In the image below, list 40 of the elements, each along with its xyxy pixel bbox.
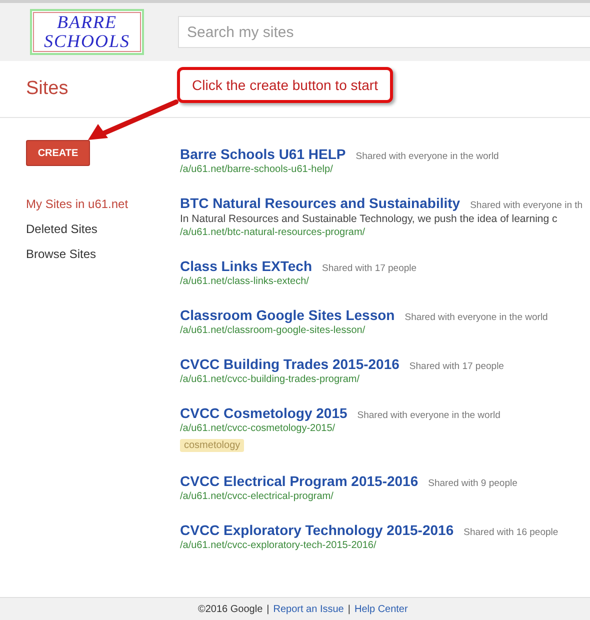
sharing-text: Shared with everyone in the world (357, 410, 500, 421)
site-url: /a/u61.net/class-links-extech/ (180, 276, 310, 287)
site-url: /a/u61.net/cvcc-exploratory-tech-2015-2016/ (180, 540, 378, 551)
site-description: In Natural Resources and Sustainable Technology, we push the idea of learning c (180, 213, 558, 225)
separator: | (348, 604, 350, 614)
copyright-text: ©2016 Google (198, 604, 263, 614)
site-url: /a/u61.net/btc-natural-resources-program/ (180, 227, 366, 238)
nav-link[interactable]: My Sites in u61.net (26, 192, 180, 217)
site-title[interactable]: Barre Schools U61 HELP (180, 146, 346, 162)
site-title[interactable]: Classroom Google Sites Lesson (180, 307, 395, 323)
site-url: /a/u61.net/cvcc-electrical-program/ (180, 491, 334, 502)
site-title[interactable]: CVCC Electrical Program 2015-2016 (180, 473, 418, 489)
site-title[interactable]: Class Links EXTech (180, 258, 312, 274)
site-title[interactable]: BTC Natural Resources and Sustainability (180, 195, 460, 211)
site-title[interactable]: CVCC Building Trades 2015-2016 (180, 356, 400, 372)
callout: Click the create button to start (177, 67, 393, 103)
site-title[interactable]: CVCC Exploratory Technology 2015-2016 (180, 522, 454, 538)
arrow-icon (86, 98, 180, 142)
nav-link[interactable]: Browse Sites (26, 242, 180, 267)
tag: cosmetology (180, 439, 244, 452)
site-url: /a/u61.net/cvcc-cosmetology-2015/ (180, 423, 336, 434)
sharing-text: Shared with everyone in the world (356, 151, 499, 162)
create-button[interactable]: CREATE (26, 140, 90, 166)
sharing-text: Shared with 9 people (428, 478, 518, 489)
logo: BARRE SCHOOLS (30, 9, 144, 55)
search-field[interactable]: Search my sites (178, 16, 590, 48)
page-title: Sites (26, 78, 68, 100)
sharing-text: Shared with 16 people (464, 527, 558, 538)
sharing-text: Shared with everyone in th (470, 200, 583, 211)
site-url: /a/u61.net/barre-schools-u61-help/ (180, 164, 334, 175)
sharing-text: Shared with everyone in the world (404, 312, 548, 323)
nav-link[interactable]: Deleted Sites (26, 217, 180, 242)
footer-link[interactable]: Help Center (354, 604, 408, 614)
sharing-text: Shared with 17 people (409, 361, 504, 372)
site-title[interactable]: CVCC Cosmetology 2015 (180, 405, 348, 421)
site-url: /a/u61.net/cvcc-building-trades-program/ (180, 374, 361, 385)
footer-link[interactable]: Report an Issue (273, 604, 344, 614)
sharing-text: Shared with 17 people (322, 263, 417, 274)
separator: | (266, 604, 270, 614)
site-url: /a/u61.net/classroom-google-sites-lesson/ (180, 325, 366, 336)
